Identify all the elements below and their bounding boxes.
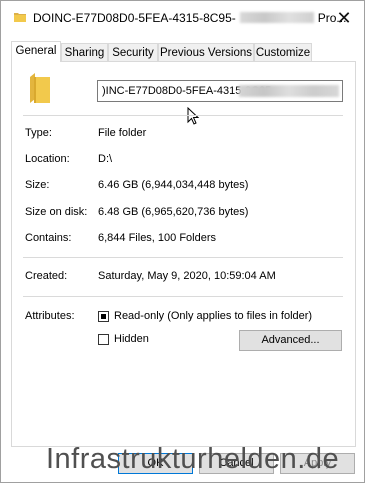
close-button[interactable]: ✕ <box>333 7 355 29</box>
size-label: Size: <box>25 179 50 191</box>
type-value: File folder <box>98 127 147 139</box>
folder-icon <box>14 13 26 22</box>
general-panel <box>11 61 356 447</box>
created-value: Saturday, May 9, 2020, 10:59:04 AM <box>98 270 276 282</box>
size-value: 6.46 GB (6,944,034,448 bytes) <box>98 179 249 191</box>
size-on-disk-value: 6.48 GB (6,965,620,736 bytes) <box>98 206 249 218</box>
readonly-label[interactable]: Read-only (Only applies to files in fold… <box>114 310 312 322</box>
created-label: Created: <box>25 270 68 282</box>
tab-previous-versions[interactable]: Previous Versions <box>158 43 254 61</box>
location-value: D:\ <box>98 153 113 165</box>
properties-dialog: DOINC-E77D08D0-5FEA-4315-8C95- Pro... ✕ G… <box>0 0 365 483</box>
redacted-region <box>239 12 314 23</box>
separator <box>23 296 343 297</box>
contains-value: 6,844 Files, 100 Folders <box>98 232 217 244</box>
location-label: Location: <box>25 153 70 165</box>
readonly-checkbox[interactable] <box>98 311 109 322</box>
watermark: Infrastrukturhelden.de <box>46 443 340 475</box>
tab-customize[interactable]: Customize <box>254 43 312 61</box>
tab-sharing[interactable]: Sharing <box>61 43 108 61</box>
tab-general[interactable]: General <box>11 41 61 62</box>
separator <box>23 257 343 258</box>
contains-label: Contains: <box>25 232 72 244</box>
window-title-prefix: DOINC-E77D08D0-5FEA-4315-8C95- <box>33 11 236 25</box>
tab-security[interactable]: Security <box>108 43 158 61</box>
folder-icon <box>30 73 50 103</box>
advanced-button[interactable]: Advanced... <box>239 330 342 351</box>
window-title: DOINC-E77D08D0-5FEA-4315-8C95- Pro... <box>33 11 346 25</box>
type-label: Type: <box>25 127 52 139</box>
title-bar: DOINC-E77D08D0-5FEA-4315-8C95- Pro... ✕ <box>1 1 365 35</box>
attributes-label: Attributes: <box>25 310 75 322</box>
redacted-region <box>239 85 339 97</box>
size-on-disk-label: Size on disk: <box>25 206 88 218</box>
hidden-label[interactable]: Hidden <box>114 333 149 345</box>
hidden-checkbox[interactable] <box>98 334 109 345</box>
mouse-cursor-icon <box>187 107 200 125</box>
separator <box>23 115 343 116</box>
